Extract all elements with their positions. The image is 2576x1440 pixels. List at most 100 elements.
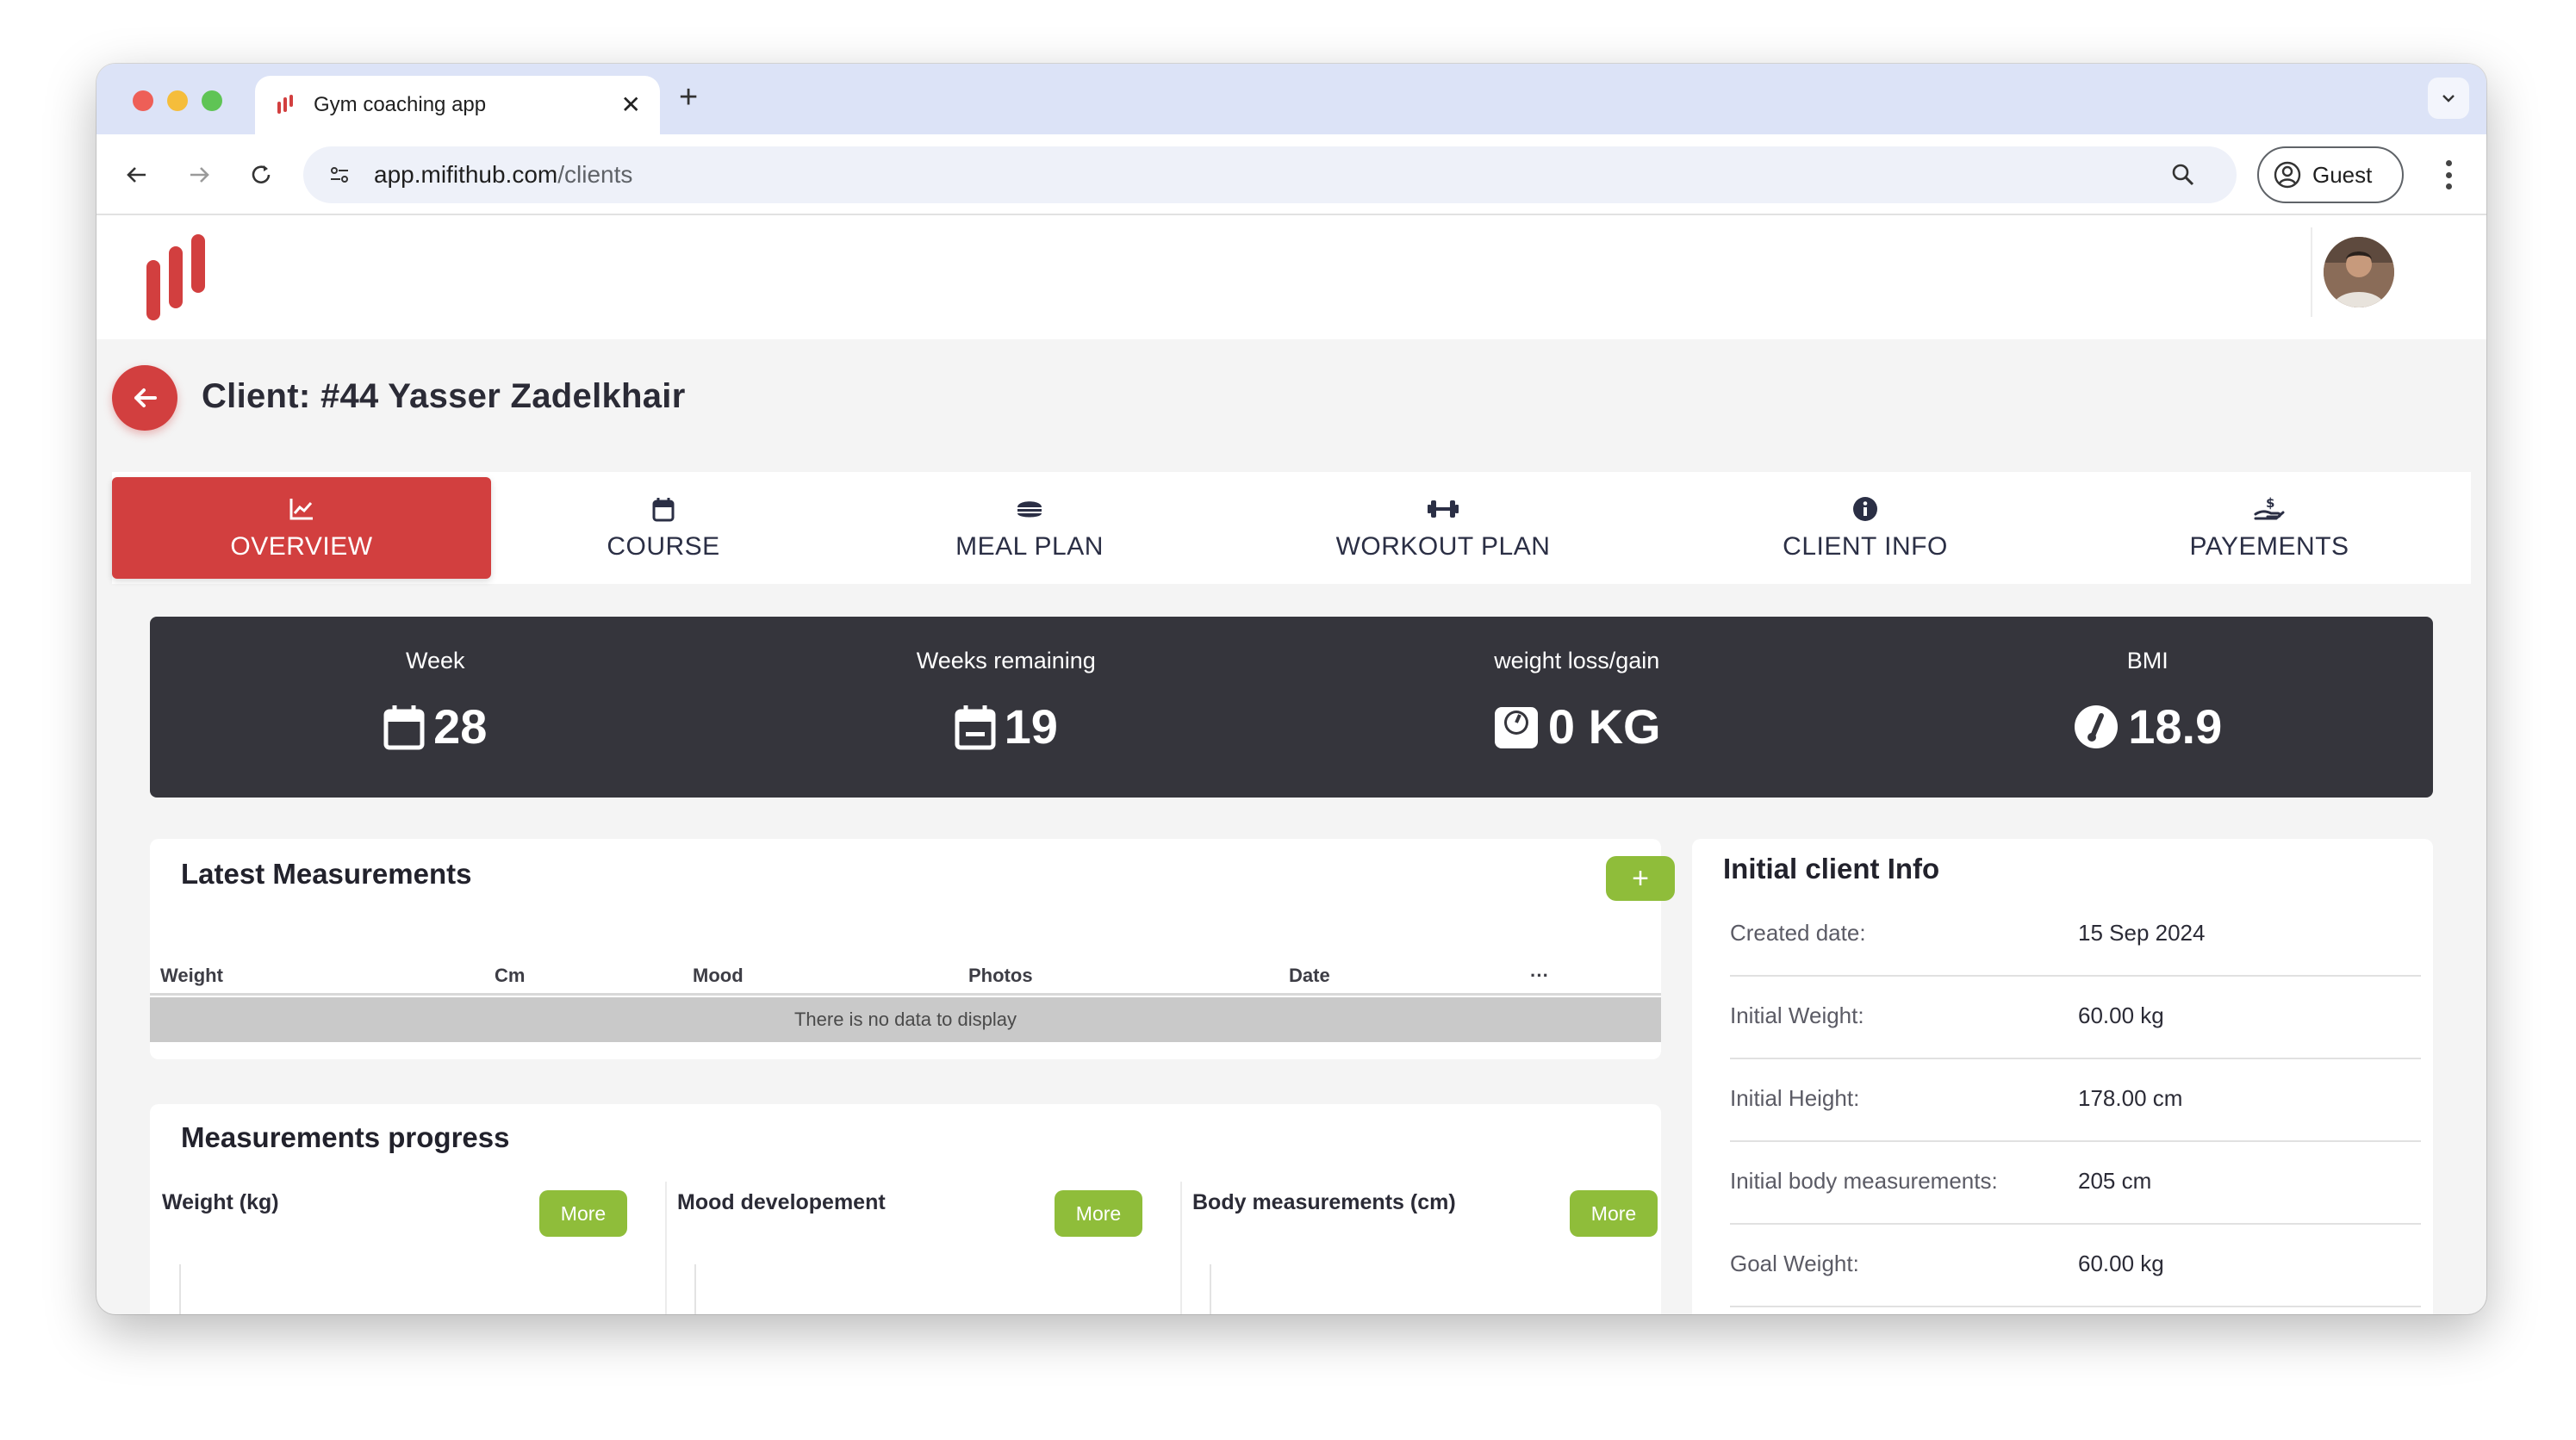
tab-label: WORKOUT PLAN (1335, 532, 1551, 561)
info-value: 15 Sep 2024 (2078, 920, 2206, 946)
url-text: app.mifithub.com/clients (374, 161, 2166, 189)
chart-axis (694, 1264, 696, 1314)
chart-axis (179, 1264, 181, 1314)
address-bar[interactable]: app.mifithub.com/clients (303, 146, 2237, 203)
info-key: Initial Weight: (1730, 1002, 1864, 1028)
stat-value: 19 (1004, 699, 1058, 754)
divider (665, 1182, 667, 1314)
page-title: Client: #44 Yasser Zadelkhair (202, 377, 686, 415)
arrow-left-icon (127, 167, 146, 183)
minimize-window-button[interactable] (167, 90, 188, 111)
client-tabs: OVERVIEW COURSE MEAL PLAN WORKOUT PLAN C… (112, 472, 2471, 584)
url-path: /clients (557, 161, 633, 188)
info-row-created-date: Created date: 15 Sep 2024 (1730, 894, 2421, 977)
reload-button[interactable] (241, 155, 281, 195)
tab-client-info[interactable]: CLIENT INFO (1663, 477, 2068, 579)
app-favicon-icon (277, 95, 293, 114)
burger-icon (1017, 501, 1042, 518)
info-row-goal-weight: Goal Weight: 60.00 kg (1730, 1225, 2421, 1307)
tab-course[interactable]: COURSE (491, 477, 836, 579)
weight-chart: Weight (kg) More (162, 1190, 656, 1314)
avatar[interactable] (2324, 237, 2394, 307)
body-measurements-more-button[interactable]: More (1570, 1190, 1658, 1237)
close-window-button[interactable] (133, 90, 153, 111)
calendar-icon (652, 498, 675, 522)
tab-label: CLIENT INFO (1783, 532, 1948, 561)
weight-more-button[interactable]: More (539, 1190, 627, 1237)
column-header-photos[interactable]: Photos (968, 965, 1033, 987)
tab-title: Gym coaching app (314, 93, 487, 116)
tab-overview[interactable]: OVERVIEW (112, 477, 491, 579)
close-tab-icon[interactable]: ✕ (621, 93, 641, 117)
body-measurements-chart: Body measurements (cm) More (1192, 1190, 1658, 1314)
initial-client-info-card: Initial client Info Created date: 15 Sep… (1692, 839, 2433, 1314)
mifithub-logo[interactable] (138, 231, 217, 326)
account-circle-icon (2274, 161, 2301, 189)
forward-nav-button[interactable] (179, 155, 219, 195)
calendar-minus-icon (955, 704, 996, 749)
chevron-down-icon (2442, 95, 2455, 102)
stat-bmi: BMI 18.9 (1863, 617, 2434, 798)
tab-workout-plan[interactable]: WORKOUT PLAN (1223, 477, 1663, 579)
stat-label: Week (405, 648, 465, 673)
browser-toolbar: app.mifithub.com/clients Guest (96, 134, 2486, 215)
arrow-right-icon (190, 167, 209, 183)
stat-label: Weeks remaining (916, 648, 1096, 673)
card-title: Initial client Info (1723, 853, 1940, 884)
info-row-body-measurements: Initial body measurements: 205 cm (1730, 1142, 2421, 1225)
tab-meal-plan[interactable]: MEAL PLAN (836, 477, 1223, 579)
browser-menu-icon[interactable] (2440, 153, 2457, 196)
add-measurement-button[interactable]: + (1606, 856, 1675, 901)
column-header-weight[interactable]: Weight (160, 965, 223, 987)
card-title: Measurements progress (181, 1121, 510, 1153)
browser-tab[interactable]: Gym coaching app ✕ (255, 76, 660, 134)
tab-label: OVERVIEW (230, 532, 373, 561)
maximize-window-button[interactable] (202, 90, 222, 111)
zoom-icon[interactable] (2166, 158, 2200, 192)
url-host: app.mifithub.com (374, 161, 558, 188)
gauge-icon (2075, 704, 2119, 748)
info-circle-icon (1853, 497, 1877, 521)
stat-value: 28 (433, 699, 488, 754)
svg-text:$: $ (2266, 495, 2274, 511)
info-key: Goal Weight: (1730, 1251, 1859, 1276)
user-menu[interactable] (2311, 227, 2405, 317)
mood-chart: Mood developement More (677, 1190, 1172, 1314)
empty-table-message: There is no data to display (150, 997, 1661, 1042)
chart-line-icon (289, 499, 313, 520)
column-header-mood[interactable]: Mood (693, 965, 744, 987)
tab-label: COURSE (607, 532, 720, 561)
mood-more-button[interactable]: More (1055, 1190, 1142, 1237)
chart-title: Mood developement (677, 1190, 886, 1214)
tab-label: MEAL PLAN (955, 532, 1104, 561)
info-value: 60.00 kg (2078, 1002, 2164, 1028)
column-header-date[interactable]: Date (1289, 965, 1330, 987)
back-nav-button[interactable] (117, 155, 157, 195)
info-value: 178.00 cm (2078, 1085, 2183, 1111)
info-row-initial-weight: Initial Weight: 60.00 kg (1730, 977, 2421, 1059)
arrow-left-icon (134, 388, 157, 407)
info-value: 60.00 kg (2078, 1251, 2164, 1276)
divider (1180, 1182, 1182, 1314)
dumbbell-icon (1428, 500, 1459, 518)
tab-payements[interactable]: $ PAYEMENTS (2068, 477, 2471, 579)
chart-title: Weight (kg) (162, 1190, 279, 1214)
tab-search-button[interactable] (2428, 78, 2469, 119)
stat-label: weight loss/gain (1494, 648, 1660, 673)
calendar-icon (383, 704, 425, 749)
weight-scale-icon (1494, 706, 1538, 748)
profile-button[interactable]: Guest (2257, 146, 2404, 203)
tab-strip: Gym coaching app ✕ + (96, 64, 2486, 134)
reload-icon (252, 165, 271, 183)
tab-label: PAYEMENTS (2189, 532, 2349, 561)
stat-weight-change: weight loss/gain 0 KG (1291, 617, 1863, 798)
new-tab-button[interactable]: + (679, 81, 698, 114)
stat-value: 0 KG (1547, 699, 1661, 754)
site-settings-icon[interactable] (322, 158, 357, 192)
column-header-actions[interactable]: ··· (1530, 965, 1549, 987)
chart-axis (1210, 1264, 1211, 1314)
back-button[interactable] (112, 365, 177, 431)
stats-banner: Week 28 Weeks remaining 19 weight loss/g… (150, 617, 2433, 798)
browser-window: Gym coaching app ✕ + app.mifithub.com/cl… (96, 64, 2486, 1314)
column-header-cm[interactable]: Cm (495, 965, 525, 987)
